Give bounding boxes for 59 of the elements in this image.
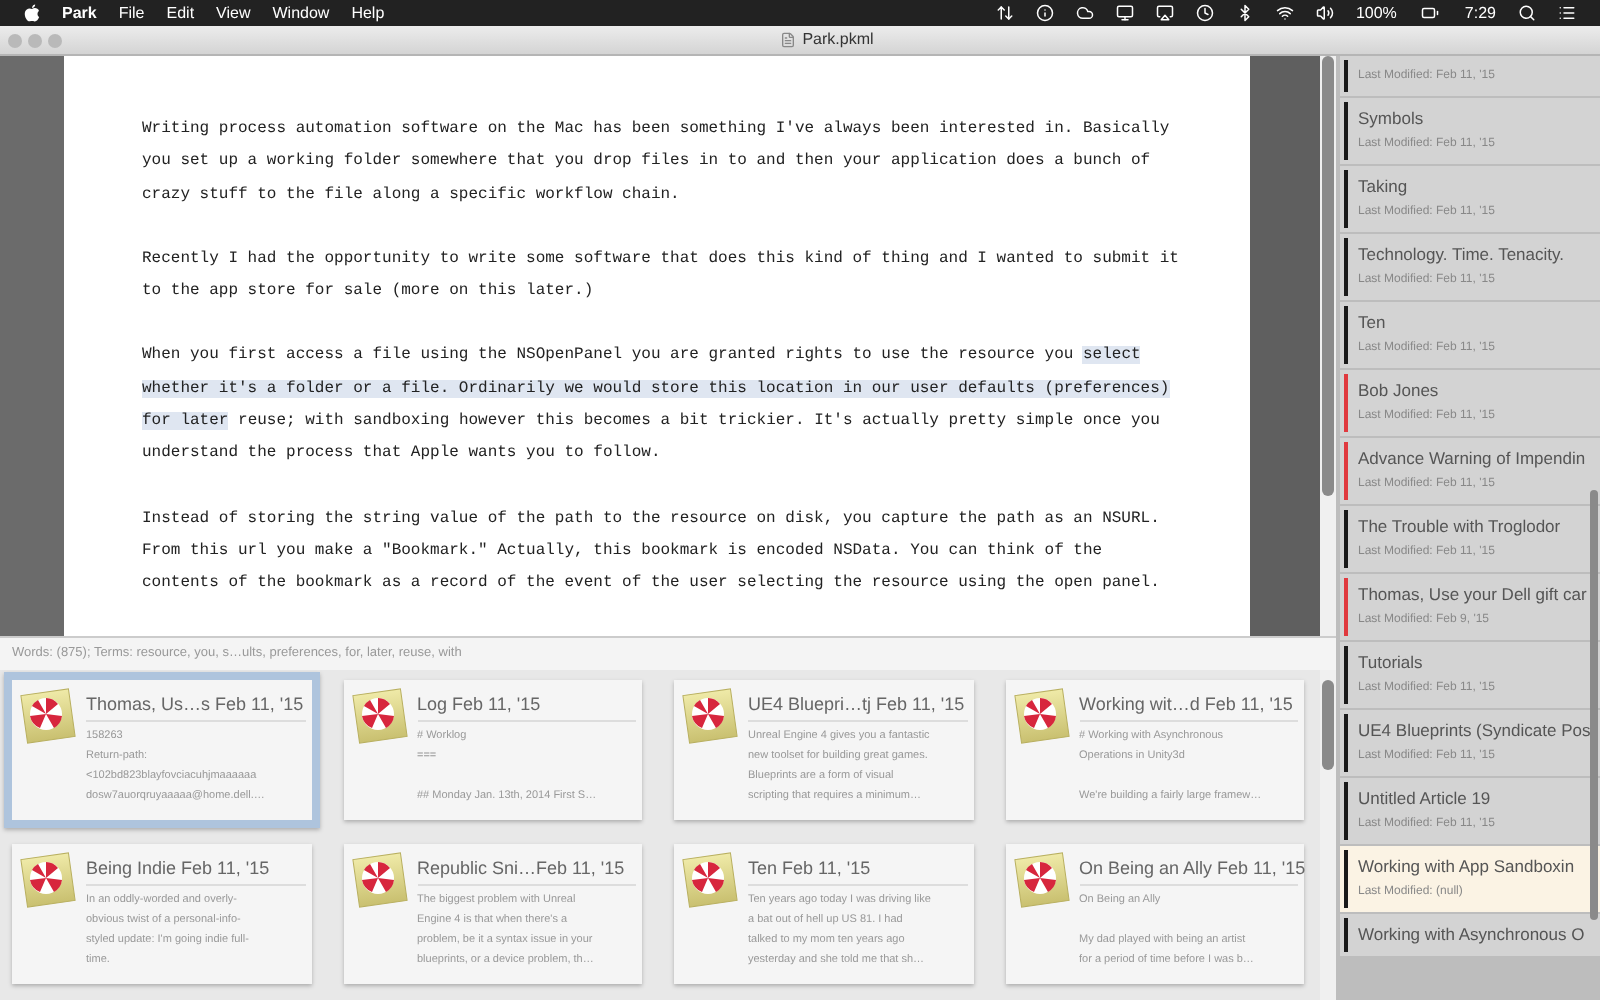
card-title: Log Feb 11, '15: [417, 692, 636, 721]
info-icon[interactable]: [1035, 4, 1054, 22]
airplay-icon[interactable]: [1155, 4, 1174, 22]
window-title: Park.pkml: [802, 28, 874, 52]
paragraph: Instead of storing the string value of the path to the resource on disk, you capture the path as an NSURL. From this url you make a "Bookmark." Actually, this bookmark is encoded NSData. You can think of the contents of the bookmark as a record of the event of the user selecting the resource using the open panel.: [142, 507, 1162, 597]
item-title: Untitled Article 19: [1358, 786, 1493, 812]
note-icon: [1011, 686, 1071, 746]
document-icon: [780, 32, 797, 48]
card-title: Working wit…d Feb 11, '15: [1079, 692, 1298, 721]
card-title: Republic Sni…Feb 11, '15: [417, 856, 636, 885]
menu-item[interactable]: Window: [272, 1, 330, 25]
item-title: Ten: [1358, 310, 1388, 336]
app-menu[interactable]: Park: [62, 1, 97, 25]
note-icon: [18, 686, 78, 746]
item-title: Advance Warning of Impendin: [1358, 446, 1586, 472]
volume-icon[interactable]: [1315, 4, 1334, 22]
cloud-icon[interactable]: [1075, 4, 1094, 22]
arrows-icon[interactable]: [995, 4, 1014, 22]
item-title: Bob Jones: [1358, 378, 1441, 404]
editor-page[interactable]: [64, 56, 1250, 636]
scrollbar-thumb[interactable]: [1590, 490, 1598, 920]
clock-text[interactable]: 7:29: [1464, 1, 1496, 25]
item-title: Working with Asynchronous O: [1358, 922, 1585, 948]
menu-item[interactable]: View: [216, 1, 251, 25]
note-icon: [349, 850, 409, 910]
note-icon: [1011, 850, 1071, 910]
card-title: Thomas, Us…s Feb 11, '15: [86, 692, 305, 721]
item-title: Taking: [1358, 174, 1410, 200]
battery-icon[interactable]: [1418, 4, 1443, 22]
battery-percent: 100%: [1355, 1, 1397, 25]
card-title: Being Indie Feb 11, '15: [86, 856, 305, 885]
item-title: Symbols: [1358, 106, 1426, 132]
bluetooth-icon[interactable]: [1235, 4, 1254, 22]
note-icon: [18, 850, 78, 910]
item-title: Thomas, Use your Dell gift car: [1358, 582, 1587, 608]
menu-item[interactable]: File: [118, 1, 145, 25]
item-title: Working with App Sandboxin: [1358, 854, 1575, 880]
item-title: The Trouble with Troglodor: [1358, 514, 1561, 540]
scrollbar-thumb[interactable]: [1322, 56, 1334, 496]
menu-item[interactable]: Edit: [166, 1, 195, 25]
card-title: Ten Feb 11, '15: [748, 856, 967, 885]
menu-item[interactable]: Help: [351, 1, 385, 25]
sidebar-item[interactable]: Working with Asynchronous O: [1340, 914, 1600, 956]
card-title: UE4 Bluepri…tj Feb 11, '15: [748, 692, 967, 721]
paragraph: Recently I had the opportunity to write some software that does this kind of thing and I wanted to submit it to the app store for sale (more on this later.): [142, 247, 1181, 305]
item-title: UE4 Blueprints (Syndicate Pos: [1358, 718, 1591, 744]
list-icon[interactable]: [1558, 4, 1576, 22]
item-title: Tutorials: [1358, 650, 1425, 676]
clock-icon[interactable]: [1195, 4, 1214, 22]
wifi-icon[interactable]: [1275, 4, 1294, 22]
apple-icon[interactable]: [24, 4, 40, 22]
note-icon: [680, 686, 740, 746]
note-icon: [349, 686, 409, 746]
item-title: Technology. Time. Tenacity.: [1358, 242, 1564, 268]
paragraph: Writing process automation software on the Mac has been something I've always been interested in. Basically you set up a working folder somewhere that you drop files in to and then your application does a bunch of crazy stuff to the file along a specific workflow chain.: [142, 118, 1172, 208]
search-icon[interactable]: [1518, 4, 1536, 22]
note-icon: [680, 850, 740, 910]
display-icon[interactable]: [1115, 4, 1134, 22]
scrollbar-thumb[interactable]: [1322, 680, 1334, 770]
